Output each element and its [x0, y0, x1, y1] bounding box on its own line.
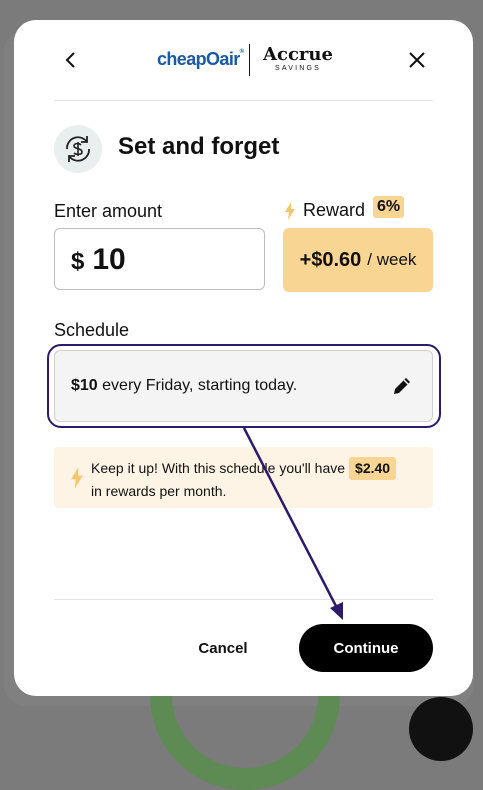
reward-tip-box: Keep it up! With this schedule you'll ha…	[54, 447, 433, 508]
schedule-label: Schedule	[54, 320, 130, 340]
lightning-bolt-icon	[71, 467, 83, 489]
continue-button[interactable]: Continue	[299, 624, 433, 672]
edit-schedule-button[interactable]	[391, 375, 415, 399]
recurring-dollar-icon	[66, 136, 90, 162]
reward-value: +$0.60	[299, 248, 362, 271]
header-divider	[54, 100, 433, 101]
schedule-description: every Friday, starting today.	[102, 377, 298, 394]
cancel-button[interactable]: Cancel	[174, 624, 272, 672]
currency-symbol: $	[71, 248, 85, 275]
schedule-text: $10 every Friday, starting today.	[71, 377, 297, 395]
tip-text: Keep it up! With this schedule you'll ha…	[91, 457, 421, 503]
back-button[interactable]	[56, 48, 84, 72]
close-icon	[409, 52, 425, 68]
reward-label: Reward	[303, 200, 366, 220]
close-button[interactable]	[402, 47, 432, 73]
accrue-logo: Accrue SAVINGS	[263, 44, 333, 73]
reward-value-box: +$0.60 / week	[283, 228, 433, 292]
chat-bubble-button[interactable]	[409, 697, 473, 761]
pencil-icon	[394, 378, 410, 394]
title-icon-circle	[54, 125, 102, 173]
chevron-left-icon	[65, 52, 75, 68]
reward-unit: / week	[367, 250, 417, 269]
page-title: Set and forget	[118, 133, 280, 160]
amount-label: Enter amount	[54, 201, 163, 221]
reward-percent-badge: 6%	[373, 196, 405, 218]
amount-input[interactable]: $10	[54, 228, 265, 290]
schedule-amount: $10	[71, 377, 98, 394]
cheapoair-logo: cheapOair®	[157, 49, 244, 69]
logo-divider	[249, 44, 250, 76]
schedule-field[interactable]: $10 every Friday, starting today.	[54, 350, 433, 422]
footer-divider	[54, 599, 433, 600]
lightning-bolt-icon	[285, 202, 295, 220]
amount-value: 10	[92, 243, 126, 276]
tip-amount-badge: $2.40	[349, 457, 397, 480]
set-and-forget-modal: cheapOair® Accrue SAVINGS Set and forget…	[14, 20, 473, 696]
